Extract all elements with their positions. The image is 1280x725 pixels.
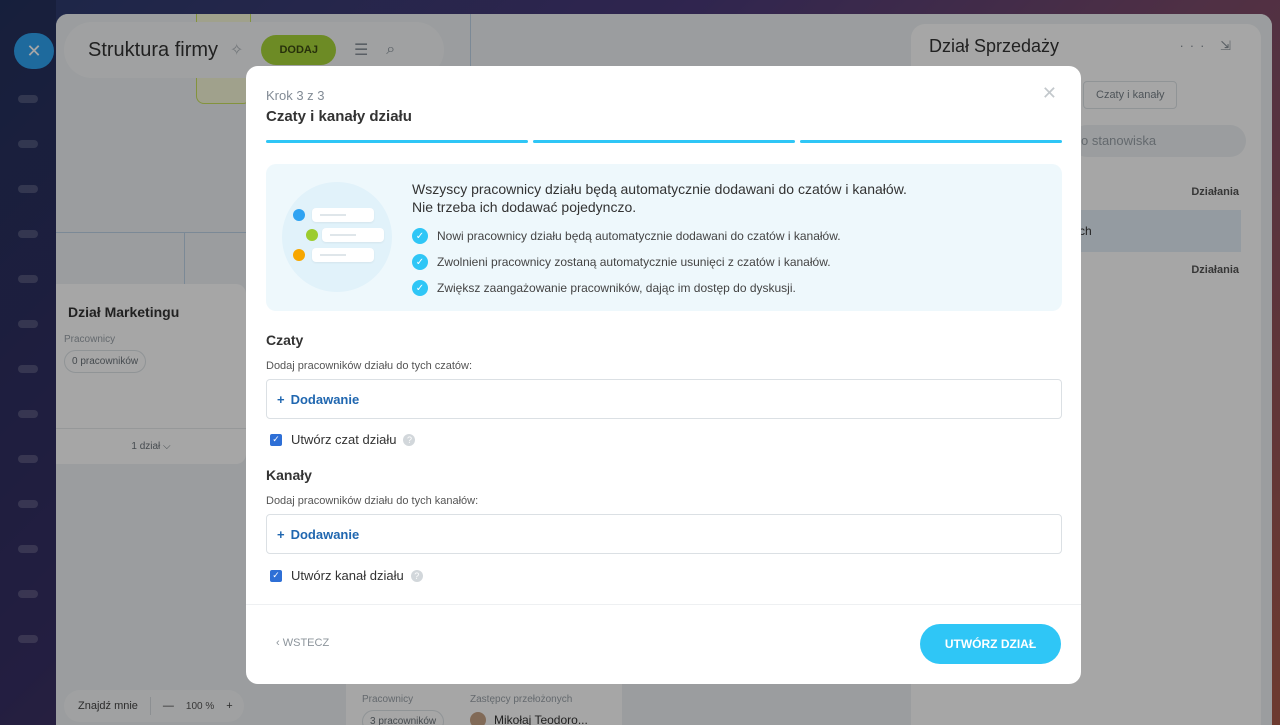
back-button[interactable]: ‹ WSTECZ xyxy=(276,637,329,649)
create-channel-checkbox[interactable]: ✓ xyxy=(270,569,282,582)
chat-illustration xyxy=(282,182,392,292)
progress-step-3 xyxy=(800,140,1062,143)
info-list-text: Zwolnieni pracownicy zostaną automatyczn… xyxy=(437,255,831,269)
illustration-line xyxy=(330,234,356,236)
add-chats-label: Dodawanie xyxy=(290,391,360,407)
dialog-title: Czaty i kanały działu xyxy=(266,108,412,125)
info-list-text: Nowi pracownicy działu będą automatyczni… xyxy=(437,229,841,243)
illustration-dot xyxy=(293,209,305,221)
channels-section-title: Kanały xyxy=(266,467,312,483)
help-icon[interactable]: ? xyxy=(410,569,423,582)
step-indicator: Krok 3 z 3 xyxy=(266,88,325,103)
create-channel-label: Utwórz kanał działu xyxy=(291,568,404,583)
progress-step-2 xyxy=(533,140,795,143)
help-icon[interactable]: ? xyxy=(403,433,416,446)
create-department-button[interactable]: UTWÓRZ DZIAŁ xyxy=(920,624,1061,664)
illustration-dot xyxy=(293,249,305,261)
create-chat-checkbox[interactable]: ✓ xyxy=(270,433,282,446)
plus-icon: + xyxy=(277,526,285,542)
chats-section-subtitle: Dodaj pracowników działu do tych czatów: xyxy=(266,360,473,372)
illustration-dot xyxy=(306,229,318,241)
illustration-line xyxy=(320,214,346,216)
chats-section-title: Czaty xyxy=(266,332,304,348)
info-list-item: ✓ Zwolnieni pracownicy zostaną automatyc… xyxy=(412,254,831,270)
info-heading: Wszyscy pracownicy działu będą automatyc… xyxy=(412,180,1032,216)
info-list-item: ✓ Nowi pracownicy działu będą automatycz… xyxy=(412,228,841,244)
info-list-text: Zwiększ zaangażowanie pracowników, dając… xyxy=(437,281,796,295)
info-list-item: ✓ Zwiększ zaangażowanie pracowników, daj… xyxy=(412,280,796,296)
info-heading-line: Wszyscy pracownicy działu będą automatyc… xyxy=(412,181,907,197)
illustration-line xyxy=(320,254,346,256)
create-channel-option[interactable]: ✓ Utwórz kanał działu ? xyxy=(270,568,423,583)
footer-divider xyxy=(246,604,1081,605)
info-heading-line: Nie trzeba ich dodawać pojedynczo. xyxy=(412,199,637,215)
channels-section-subtitle: Dodaj pracowników działu do tych kanałów… xyxy=(266,495,479,507)
add-channels-label: Dodawanie xyxy=(290,526,360,542)
info-box: Wszyscy pracownicy działu będą automatyc… xyxy=(266,164,1062,311)
check-icon: ✓ xyxy=(412,254,428,270)
progress-step-1 xyxy=(266,140,528,143)
check-icon: ✓ xyxy=(412,280,428,296)
plus-icon: + xyxy=(277,391,285,407)
create-department-dialog: Krok 3 z 3 Czaty i kanały działu ✕ Wszys… xyxy=(246,66,1081,684)
add-channels-field[interactable]: + Dodawanie xyxy=(266,514,1062,554)
add-chats-field[interactable]: + Dodawanie xyxy=(266,379,1062,419)
close-icon[interactable]: ✕ xyxy=(1042,83,1057,104)
create-chat-label: Utwórz czat działu xyxy=(291,432,397,447)
create-department-label: UTWÓRZ DZIAŁ xyxy=(944,637,1037,651)
create-chat-option[interactable]: ✓ Utwórz czat działu ? xyxy=(270,432,416,447)
check-icon: ✓ xyxy=(412,228,428,244)
